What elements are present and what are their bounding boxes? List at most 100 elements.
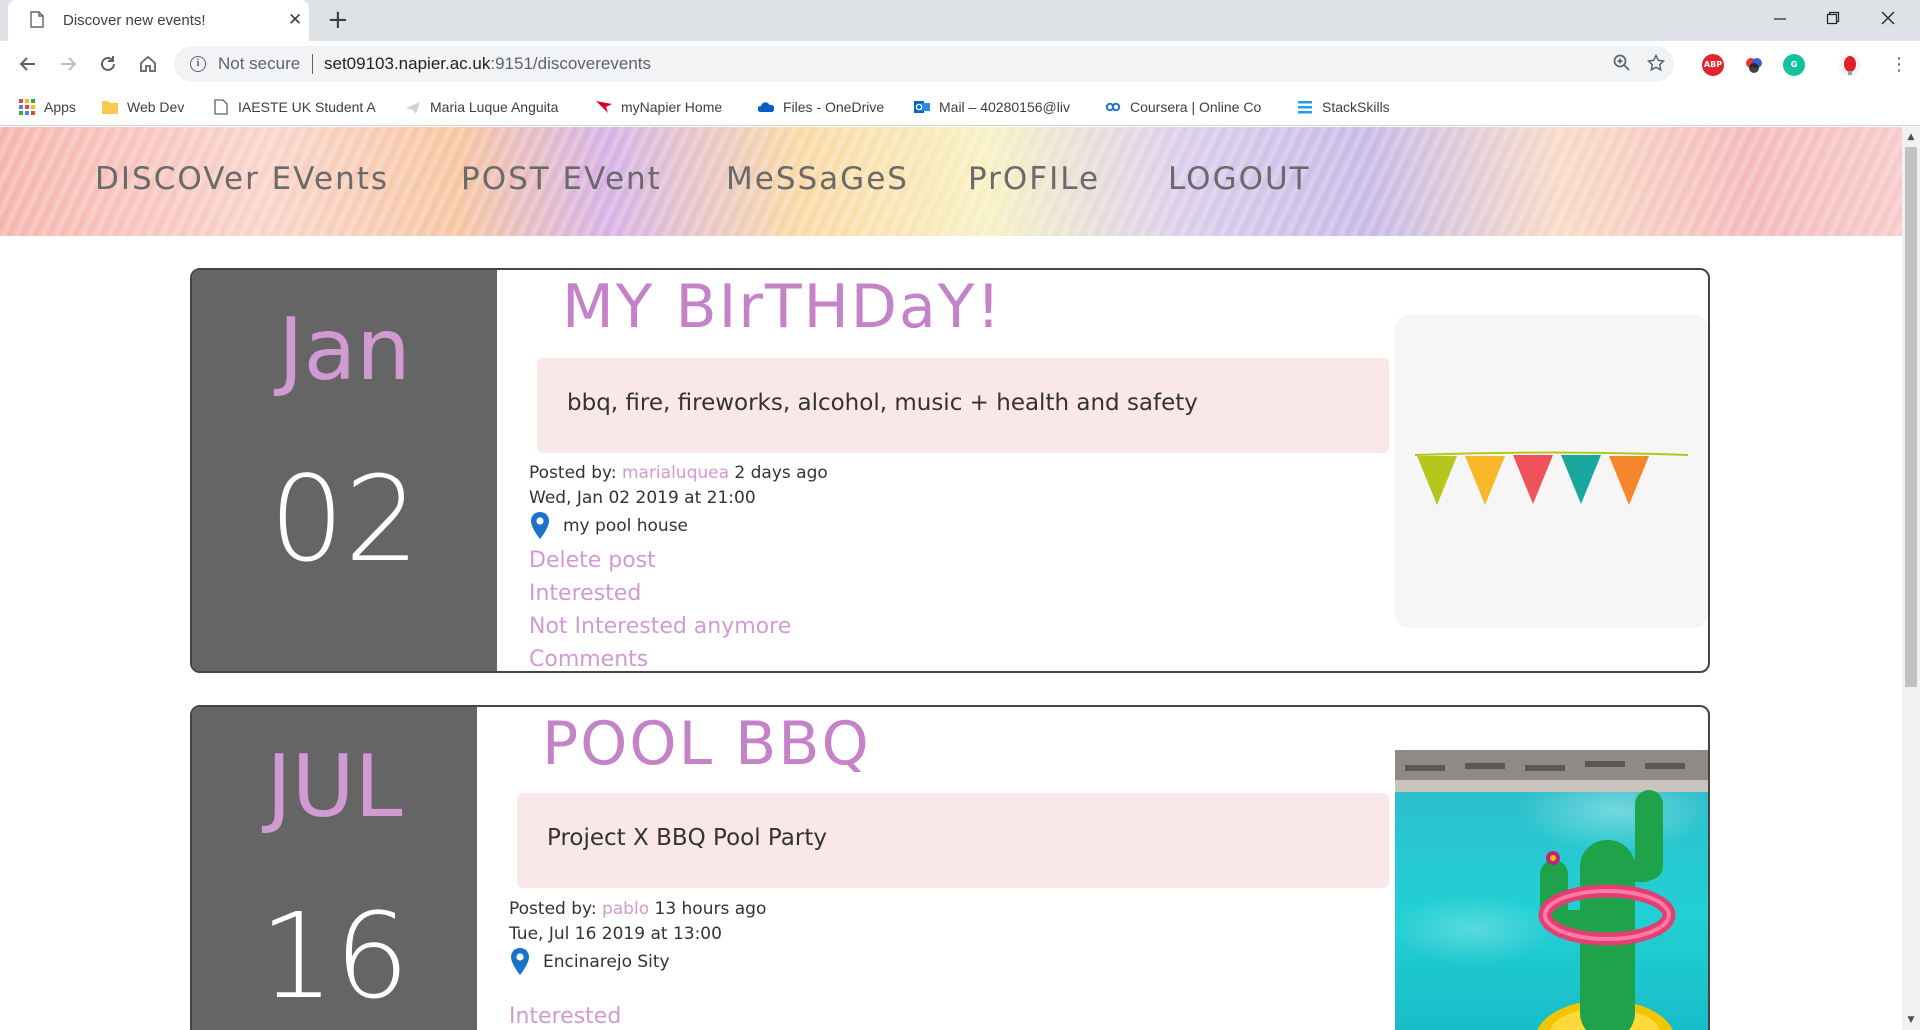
interested-link[interactable]: Interested (529, 577, 791, 610)
new-tab-button[interactable]: + (327, 6, 349, 34)
bookmark-mail[interactable]: Mail – 40280156@liv (914, 95, 1086, 119)
event-date-box: JUL 16 (192, 707, 477, 1030)
tab-title: Discover new events! (63, 12, 206, 29)
event-day: 16 (259, 887, 410, 1025)
browser-tab[interactable]: Discover new events! ✕ (8, 0, 309, 41)
url-path: :9151/discoverevents (490, 54, 652, 73)
reload-button[interactable] (96, 54, 120, 78)
comments-link[interactable]: Comments (529, 643, 791, 671)
event-title: POOL BBQ (542, 709, 871, 779)
nav-discover-events[interactable]: DISCOVer EVents (95, 161, 389, 197)
url-host: set09103.napier.ac.uk (324, 54, 491, 73)
outlook-icon (914, 101, 930, 113)
bookmark-label: Apps (44, 99, 76, 115)
interested-link[interactable]: Interested (509, 1000, 621, 1030)
scroll-up-arrow-icon[interactable]: ▲ (1902, 129, 1920, 145)
event-meta: Posted by: pablo 13 hours ago Tue, Jul 1… (509, 897, 766, 977)
url-text[interactable]: set09103.napier.ac.uk:9151/discoverevent… (324, 54, 651, 74)
page-icon (30, 11, 44, 28)
scroll-down-arrow-icon[interactable]: ▼ (1902, 1012, 1920, 1028)
event-image (1395, 315, 1708, 628)
event-actions: Delete post Interested Not Interested an… (529, 544, 791, 671)
bunting-flags-icon (1414, 451, 1689, 505)
pool-cactus-photo-icon (1395, 750, 1708, 1030)
bookmark-stackskills[interactable]: StackSkills (1297, 95, 1417, 119)
event-card: Jan 02 MY BIrTHDaY! bbq, fire, fireworks… (190, 268, 1710, 673)
bookmark-label: Maria Luque Anguita (430, 99, 559, 115)
bookmark-mynapier[interactable]: myNapier Home (596, 95, 746, 119)
event-title: MY BIrTHDaY! (562, 272, 1003, 342)
close-tab-icon[interactable]: ✕ (288, 10, 302, 30)
minimize-icon (1774, 18, 1786, 20)
grammarly-extension-icon[interactable]: G (1783, 54, 1805, 76)
posted-ago: 13 hours ago (649, 899, 767, 919)
folder-icon (102, 101, 118, 114)
page-viewport: DISCOVer EVents POST EVent MeSSaGeS PrOF… (0, 127, 1902, 1030)
bookmark-web-dev[interactable]: Web Dev (102, 95, 202, 119)
info-icon[interactable]: i (190, 56, 206, 72)
bookmark-apps[interactable]: Apps (19, 95, 99, 119)
bookmarks-bar: Apps Web Dev IAESTE UK Student A Maria L… (0, 89, 1920, 126)
bookmark-maria[interactable]: Maria Luque Anguita (405, 95, 577, 119)
not-interested-link[interactable]: Not Interested anymore (529, 610, 791, 643)
bookmark-label: StackSkills (1322, 99, 1390, 115)
coursera-icon (1105, 102, 1121, 112)
bookmark-star-icon[interactable] (1646, 53, 1666, 74)
colorful-extension-icon[interactable] (1743, 54, 1765, 76)
back-button[interactable] (16, 54, 40, 78)
address-bar[interactable]: i Not secure set09103.napier.ac.uk:9151/… (174, 46, 1674, 82)
adblock-extension-icon[interactable]: ABP (1702, 54, 1724, 76)
reload-icon (101, 56, 115, 71)
bookmark-onedrive[interactable]: Files - OneDrive (758, 95, 908, 119)
bookmark-label: IAESTE UK Student A (238, 99, 376, 115)
event-date-box: Jan 02 (192, 270, 497, 671)
event-card: JUL 16 POOL BBQ Project X BBQ Pool Party… (190, 705, 1710, 1030)
event-actions: Interested (509, 1000, 621, 1030)
close-window-button[interactable] (1868, 6, 1908, 34)
nav-post-event[interactable]: POST EVent (461, 161, 662, 197)
delete-post-link[interactable]: Delete post (529, 544, 791, 577)
home-button[interactable] (136, 54, 160, 78)
nav-profile[interactable]: PrOFILe (968, 161, 1100, 197)
forward-arrow-icon (61, 57, 77, 71)
restore-button[interactable] (1813, 6, 1853, 34)
nav-messages[interactable]: MeSSaGeS (726, 161, 909, 197)
posted-by-label: Posted by: (509, 899, 602, 919)
posted-by-line: Posted by: marialuquea 2 days ago (529, 461, 828, 486)
vertical-scrollbar[interactable]: ▲ ▼ (1902, 127, 1920, 1030)
scrollbar-thumb[interactable] (1905, 147, 1917, 687)
back-arrow-icon (19, 57, 35, 71)
minimize-button[interactable] (1760, 6, 1800, 34)
event-month: Jan (278, 300, 411, 400)
onedrive-cloud-icon (758, 102, 774, 112)
plane-icon (406, 102, 420, 114)
event-description: Project X BBQ Pool Party (547, 825, 827, 851)
chrome-menu-icon[interactable]: ⋮ (1890, 54, 1908, 76)
poster-link[interactable]: pablo (602, 899, 649, 919)
zoom-icon[interactable] (1612, 54, 1632, 74)
forward-button[interactable] (56, 54, 80, 78)
event-location: my pool house (563, 515, 689, 536)
event-image (1395, 750, 1708, 1030)
posted-by-label: Posted by: (529, 463, 622, 483)
location-pin-icon (531, 512, 549, 539)
nav-logout[interactable]: LOGOUT (1168, 161, 1311, 197)
close-icon (1881, 11, 1895, 25)
event-location-row: my pool house (529, 511, 828, 541)
event-month: JUL (266, 737, 403, 837)
profile-avatar-icon[interactable] (1839, 54, 1861, 76)
event-datetime: Tue, Jul 16 2019 at 13:00 (509, 924, 722, 944)
page-icon (214, 99, 228, 115)
event-description-box: Project X BBQ Pool Party (517, 793, 1389, 888)
napier-flag-icon (596, 101, 612, 113)
tab-strip: Discover new events! ✕ + (0, 0, 1920, 41)
poster-link[interactable]: marialuquea (622, 463, 729, 483)
bookmark-label: Mail – 40280156@liv (939, 99, 1070, 115)
bookmark-iaeste[interactable]: IAESTE UK Student A (213, 95, 389, 119)
event-location-row: Encinarejo Sity (509, 947, 766, 977)
bookmark-coursera[interactable]: Coursera | Online Co (1105, 95, 1277, 119)
event-description: bbq, fire, fireworks, alcohol, music + h… (567, 390, 1198, 416)
bookmark-label: Web Dev (127, 99, 185, 115)
home-icon (140, 55, 156, 72)
posted-by-line: Posted by: pablo 13 hours ago (509, 897, 766, 922)
